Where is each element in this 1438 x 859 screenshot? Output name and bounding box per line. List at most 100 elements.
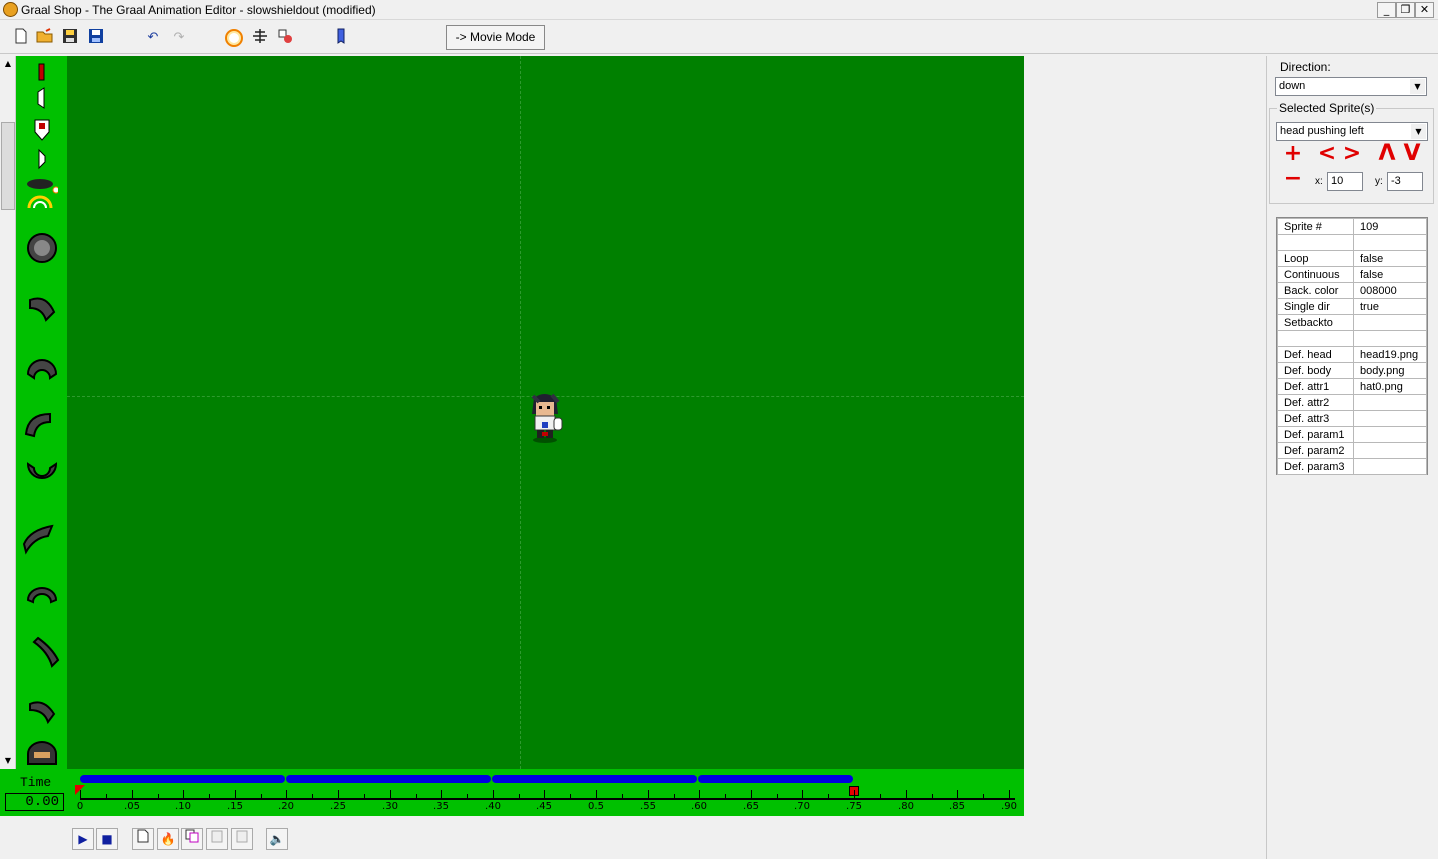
sprite-thumb-4[interactable]: [26, 146, 58, 174]
play-icon[interactable]: ▶: [72, 828, 94, 850]
animation-canvas[interactable]: [67, 56, 1024, 769]
remove-sprite-icon[interactable]: −: [1282, 168, 1304, 191]
property-row[interactable]: Def. body body.png: [1277, 362, 1427, 379]
property-row[interactable]: Single dir true: [1277, 298, 1427, 315]
property-value[interactable]: false: [1353, 266, 1427, 283]
property-value[interactable]: false: [1353, 250, 1427, 267]
property-value[interactable]: head19.png: [1353, 346, 1427, 363]
chevron-down-icon[interactable]: ▼: [1410, 79, 1425, 94]
close-button[interactable]: ✕: [1415, 2, 1434, 18]
sprite-thumb-12[interactable]: [26, 578, 58, 606]
frame-bar[interactable]: [698, 775, 853, 783]
frame-bar[interactable]: [492, 775, 697, 783]
sprite-thumb-13[interactable]: [30, 636, 62, 668]
sprite-thumb-5[interactable]: [26, 174, 60, 209]
move-right-icon[interactable]: >: [1341, 143, 1363, 166]
align-center-icon[interactable]: [250, 28, 270, 48]
property-value[interactable]: [1353, 314, 1427, 331]
property-row[interactable]: [1277, 234, 1427, 251]
scroll-up-icon[interactable]: ▲: [0, 56, 16, 72]
ruler-tick-label: 0.5: [588, 801, 604, 812]
move-down-icon[interactable]: V: [1401, 143, 1423, 166]
sprite-thumb-11[interactable]: [22, 522, 54, 555]
ruler-tick-label: .45: [536, 801, 552, 812]
ruler-tick: [1009, 790, 1010, 798]
bookmark-icon[interactable]: [331, 28, 351, 48]
property-row[interactable]: Def. head head19.png: [1277, 346, 1427, 363]
property-row[interactable]: Def. param3: [1277, 458, 1427, 475]
save-as-icon[interactable]: [86, 28, 106, 48]
property-row[interactable]: Setbackto: [1277, 314, 1427, 331]
property-value[interactable]: [1353, 330, 1427, 347]
property-row[interactable]: [1277, 330, 1427, 347]
title-bar: Graal Shop - The Graal Animation Editor …: [0, 0, 1438, 20]
sprite-thumb-1[interactable]: [26, 60, 58, 88]
sprite-thumb-15[interactable]: [26, 740, 58, 768]
restore-button[interactable]: ❐: [1396, 2, 1415, 18]
ruler-tick: [648, 790, 649, 798]
property-value[interactable]: [1353, 394, 1427, 411]
property-row[interactable]: Def. attr3: [1277, 410, 1427, 427]
scroll-thumb[interactable]: [1, 122, 15, 210]
selected-sprite-select[interactable]: head pushing left ▼: [1276, 122, 1428, 141]
paste-frame-icon[interactable]: [206, 828, 228, 850]
move-left-icon[interactable]: <: [1316, 143, 1338, 166]
paste-before-icon[interactable]: [231, 828, 253, 850]
property-value[interactable]: true: [1353, 298, 1427, 315]
sound-icon[interactable]: 🔈: [266, 828, 288, 850]
property-grid[interactable]: Sprite #109 Loop false Continuous false Back.…: [1276, 217, 1428, 475]
sprite-thumb-3[interactable]: [26, 116, 58, 144]
ruler-tick-label: .85: [949, 801, 965, 812]
property-value[interactable]: [1353, 234, 1427, 251]
frame-bar[interactable]: [80, 775, 285, 783]
property-row[interactable]: Loop false: [1277, 250, 1427, 267]
movie-mode-button[interactable]: -> Movie Mode: [446, 25, 545, 50]
delete-frame-icon[interactable]: 🔥: [157, 828, 179, 850]
redo-icon[interactable]: ↷: [169, 28, 189, 48]
y-input[interactable]: -3: [1387, 172, 1423, 191]
property-value[interactable]: 008000: [1353, 282, 1427, 299]
sprite-list-scrollbar[interactable]: ▲ ▼: [0, 56, 16, 769]
property-row[interactable]: Def. param1: [1277, 426, 1427, 443]
save-icon[interactable]: [60, 28, 80, 48]
property-value[interactable]: hat0.png: [1353, 378, 1427, 395]
move-up-icon[interactable]: Λ: [1376, 143, 1398, 166]
sprite-thumb-8[interactable]: [26, 350, 58, 380]
sprite-thumb-14[interactable]: [26, 694, 58, 725]
scroll-down-icon[interactable]: ▼: [0, 753, 16, 769]
direction-select[interactable]: down ▼: [1275, 77, 1427, 96]
sprite-thumb-9[interactable]: [22, 408, 54, 438]
property-value[interactable]: [1353, 426, 1427, 443]
property-row[interactable]: Def. param2: [1277, 442, 1427, 459]
sprite-thumb-2[interactable]: [26, 86, 58, 114]
minimize-button[interactable]: _: [1377, 2, 1396, 18]
property-value[interactable]: [1353, 442, 1427, 459]
sprite-tools-icon[interactable]: [275, 28, 295, 48]
property-row[interactable]: Back. color 008000: [1277, 282, 1427, 299]
property-row[interactable]: Continuous false: [1277, 266, 1427, 283]
sprite-thumb-6[interactable]: [26, 232, 58, 263]
undo-icon[interactable]: ↶: [143, 28, 163, 48]
sprite-thumb-7[interactable]: [26, 292, 58, 322]
property-value[interactable]: 109: [1353, 218, 1427, 235]
new-frame-icon[interactable]: [132, 828, 154, 850]
property-value[interactable]: [1353, 458, 1427, 475]
onion-skin-icon[interactable]: [224, 28, 244, 48]
new-file-icon[interactable]: [11, 28, 31, 48]
property-row[interactable]: Def. attr1 hat0.png: [1277, 378, 1427, 395]
property-key: Def. attr2: [1277, 394, 1354, 411]
character-sprite[interactable]: [530, 392, 566, 444]
property-value[interactable]: [1353, 410, 1427, 427]
add-sprite-icon[interactable]: +: [1282, 143, 1304, 166]
x-input[interactable]: 10: [1327, 172, 1363, 191]
open-folder-icon[interactable]: [35, 28, 55, 48]
timeline[interactable]: Time 0.00 0 .05 .10 .15 .20 .25 .30 .35 .40 .45 0.…: [0, 769, 1024, 816]
frame-bar[interactable]: [286, 775, 491, 783]
sprite-thumb-10[interactable]: [26, 454, 58, 482]
property-value[interactable]: body.png: [1353, 362, 1427, 379]
copy-frame-icon[interactable]: [181, 828, 203, 850]
chevron-down-icon[interactable]: ▼: [1411, 124, 1426, 139]
stop-icon[interactable]: ■: [96, 828, 118, 850]
property-row[interactable]: Def. attr2: [1277, 394, 1427, 411]
property-row[interactable]: Sprite #109: [1277, 218, 1427, 235]
